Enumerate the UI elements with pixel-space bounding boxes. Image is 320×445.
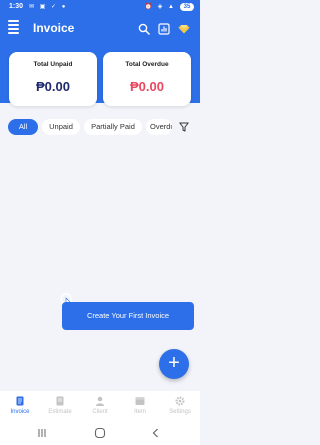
invoice-icon (16, 396, 24, 406)
tab-overdue[interactable]: Overdue (146, 119, 172, 135)
total-unpaid-value: ₱0.00 (36, 79, 70, 94)
nav-item-label: Item (134, 409, 146, 415)
total-overdue-label: Total Overdue (125, 61, 169, 68)
report-icon[interactable] (158, 23, 170, 35)
tab-all[interactable]: All (8, 119, 38, 135)
tab-unpaid[interactable]: Unpaid (42, 119, 80, 135)
add-invoice-button[interactable]: + (159, 349, 189, 379)
estimate-icon (56, 396, 64, 406)
nav-invoice[interactable]: Invoice (0, 391, 40, 422)
total-unpaid-card[interactable]: Total Unpaid ₱0.00 (9, 52, 97, 106)
total-overdue-card[interactable]: Total Overdue ₱0.00 (103, 52, 191, 106)
premium-gem-icon[interactable] (178, 23, 190, 35)
battery-indicator: 35 (180, 3, 194, 11)
system-icons: ⏰ ◈ ▲ (144, 4, 176, 10)
toolbar: Invoice (0, 18, 200, 40)
nav-estimate-label: Estimate (48, 409, 72, 415)
home-icon[interactable] (94, 427, 106, 439)
gear-icon (175, 396, 185, 406)
nav-invoice-label: Invoice (10, 409, 30, 415)
system-nav-bar (0, 422, 200, 445)
create-invoice-tooltip[interactable]: Create Your First Invoice (62, 302, 194, 330)
item-box-icon (135, 397, 145, 405)
menu-bar (8, 32, 19, 34)
filter-tabs: All Unpaid Partially Paid Overdue (0, 119, 200, 135)
bottom-nav: Invoice Estimate Client Item Settings (0, 391, 200, 422)
menu-bar (8, 24, 19, 26)
total-overdue-value: ₱0.00 (130, 79, 164, 94)
client-icon (96, 396, 104, 406)
filter-icon[interactable] (179, 122, 189, 132)
status-bar: 1:30 ✉ ▣ ✓ ● ⏰ ◈ ▲ 35 (0, 0, 200, 14)
status-time: 1:30 (9, 3, 24, 10)
nav-settings-label: Settings (169, 409, 191, 415)
nav-item[interactable]: Item (120, 391, 160, 422)
nav-settings[interactable]: Settings (160, 391, 200, 422)
tab-partially-paid[interactable]: Partially Paid (84, 119, 142, 135)
menu-button[interactable] (8, 20, 22, 36)
page-title: Invoice (33, 21, 75, 35)
notification-dot (8, 20, 19, 22)
menu-bar (8, 28, 19, 30)
nav-client[interactable]: Client (80, 391, 120, 422)
recent-apps-icon[interactable] (37, 428, 47, 438)
back-icon[interactable] (151, 428, 161, 438)
notification-icons: ✉ ▣ ✓ ● (29, 4, 68, 10)
search-icon[interactable] (138, 23, 150, 35)
nav-client-label: Client (92, 409, 108, 415)
total-unpaid-label: Total Unpaid (33, 61, 73, 68)
nav-estimate[interactable]: Estimate (40, 391, 80, 422)
